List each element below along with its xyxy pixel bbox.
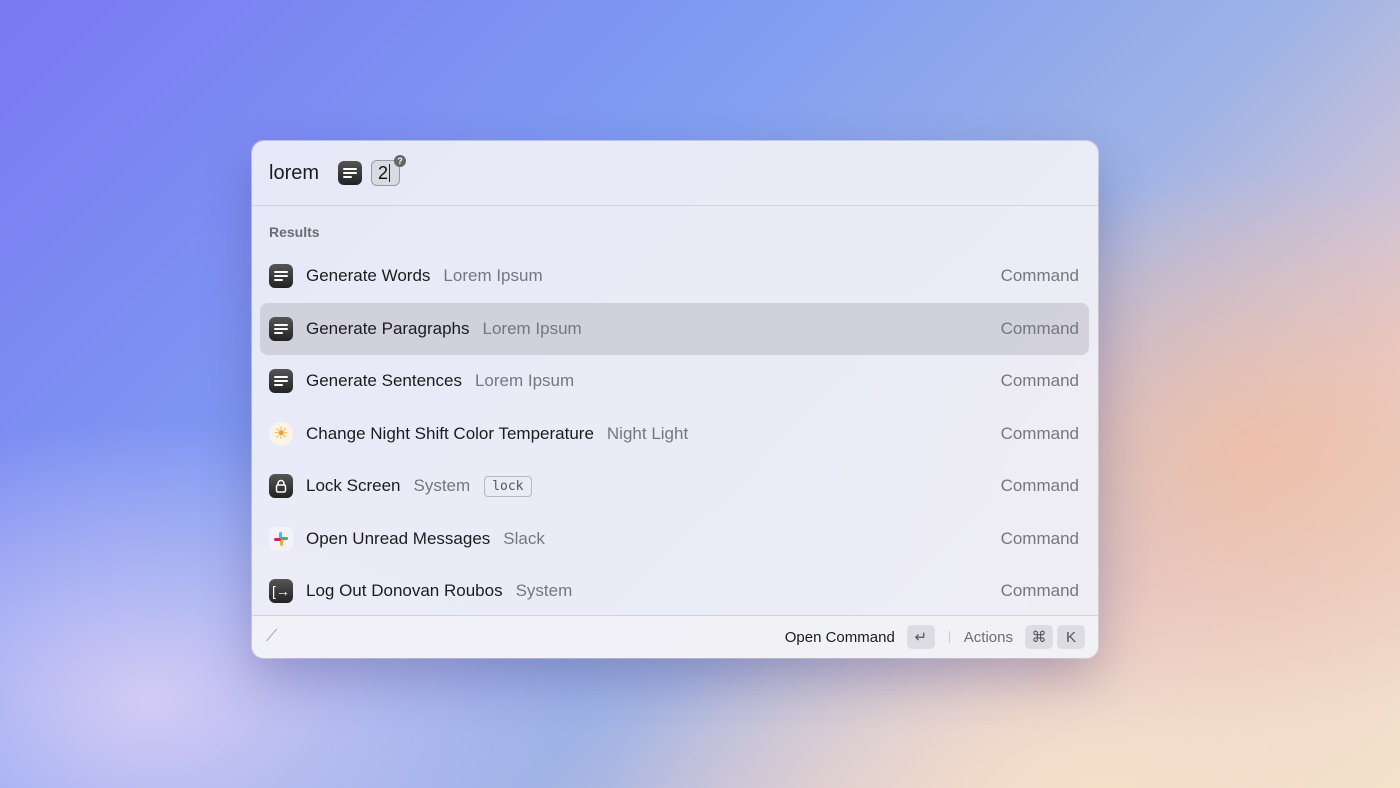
result-row-selected[interactable]: Generate Paragraphs Lorem Ipsum Command <box>260 303 1089 355</box>
logout-icon: [→ <box>269 579 293 603</box>
help-icon[interactable]: ? <box>394 155 407 167</box>
result-type: Command <box>1000 581 1079 600</box>
result-subtitle: Lorem Ipsum <box>474 371 575 390</box>
result-subtitle: System <box>413 476 471 495</box>
result-type: Command <box>1000 319 1079 338</box>
result-subtitle: Slack <box>503 529 545 548</box>
divider <box>948 631 950 643</box>
search-bar[interactable]: lorem 2? <box>252 141 1098 206</box>
result-type: Command <box>1000 476 1079 495</box>
result-row[interactable]: Lock Screen System lock Command <box>260 460 1089 512</box>
section-title: Results <box>269 224 320 240</box>
primary-action-button[interactable]: Open Command <box>785 629 895 646</box>
argument-value: 2 <box>378 162 389 183</box>
result-title: Generate Sentences <box>306 371 462 390</box>
result-type: Command <box>1000 529 1079 548</box>
result-subtitle: Lorem Ipsum <box>443 266 543 285</box>
alias-tag: lock <box>484 475 532 497</box>
result-title: Generate Words <box>306 266 431 285</box>
result-title: Open Unread Messages <box>306 529 491 548</box>
text-lines-icon <box>338 161 363 185</box>
command-key-icon: ⌘ <box>1025 625 1053 649</box>
text-lines-icon <box>269 264 293 288</box>
text-lines-icon <box>269 317 293 341</box>
command-palette: lorem 2? Results Generate Words Lorem Ip… <box>252 141 1098 658</box>
text-lines-icon <box>269 369 293 393</box>
result-title: Change Night Shift Color Temperature <box>306 424 594 443</box>
result-row[interactable]: Generate Words Lorem Ipsum Command <box>260 250 1089 302</box>
result-type: Command <box>1000 424 1079 443</box>
enter-key-icon: ↵ <box>906 625 935 649</box>
result-row[interactable]: Open Unread Messages Slack Command <box>260 513 1089 565</box>
result-title: Log Out Donovan Roubos <box>306 581 503 600</box>
footer: ⟋ Open Command ↵ Actions ⌘ K <box>252 615 1098 658</box>
result-subtitle: Night Light <box>606 424 689 443</box>
result-row[interactable]: ☀ Change Night Shift Color Temperature N… <box>260 408 1089 460</box>
lock-icon <box>269 474 293 498</box>
result-title: Generate Paragraphs <box>306 319 470 338</box>
search-input[interactable]: lorem <box>269 162 319 185</box>
actions-button[interactable]: Actions <box>964 629 1013 646</box>
raycast-logo-icon: ⟋ <box>266 628 278 645</box>
result-type: Command <box>1000 266 1079 285</box>
result-row[interactable]: Generate Sentences Lorem Ipsum Command <box>260 355 1089 407</box>
result-subtitle: System <box>515 581 573 600</box>
result-title: Lock Screen <box>306 476 401 495</box>
slack-icon <box>269 527 293 551</box>
argument-input[interactable]: 2? <box>371 155 407 186</box>
result-row[interactable]: [→ Log Out Donovan Roubos System Command <box>260 565 1089 617</box>
sun-icon: ☀ <box>269 422 293 446</box>
k-key-icon: K <box>1057 625 1085 649</box>
result-subtitle: Lorem Ipsum <box>482 319 582 338</box>
result-type: Command <box>1000 371 1079 390</box>
